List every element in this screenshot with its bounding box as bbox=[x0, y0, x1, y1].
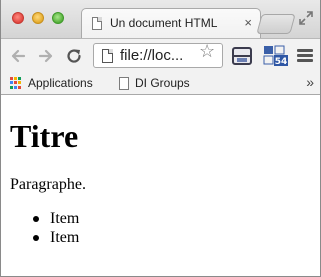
tab-page-icon bbox=[92, 17, 102, 30]
close-window-button[interactable] bbox=[12, 12, 24, 24]
tab-strip: Un document HTML × bbox=[1, 0, 320, 38]
list-item: Item bbox=[32, 229, 80, 246]
bookmark-label: DI Groups bbox=[135, 76, 190, 90]
toolbar: file://loc... ☆ 54 bbox=[1, 38, 320, 73]
bookmark-label: Applications bbox=[28, 76, 93, 90]
tab-active[interactable]: Un document HTML × bbox=[81, 8, 261, 38]
star-icon[interactable]: ☆ bbox=[199, 41, 215, 61]
new-tab-button[interactable] bbox=[256, 14, 296, 34]
page-icon bbox=[119, 76, 129, 90]
page-heading: Titre bbox=[10, 118, 79, 154]
page-icon bbox=[102, 49, 113, 63]
bookmark-di-groups[interactable]: DI Groups bbox=[119, 75, 190, 91]
tab-title: Un document HTML bbox=[110, 16, 218, 30]
minimize-window-button[interactable] bbox=[32, 12, 44, 24]
bookmark-applications[interactable]: Applications bbox=[10, 75, 93, 91]
tab-close-icon[interactable]: × bbox=[244, 15, 252, 31]
bookmarks-overflow-icon[interactable]: » bbox=[306, 74, 314, 90]
apps-grid-icon bbox=[10, 77, 22, 89]
bookmarks-bar: Applications DI Groups » bbox=[1, 72, 320, 95]
address-text[interactable]: file://loc... bbox=[120, 47, 183, 64]
svg-text:54: 54 bbox=[275, 57, 288, 67]
extension-icon[interactable]: 54 bbox=[263, 44, 289, 68]
page-content: Titre Paragraphe. Item Item bbox=[1, 95, 320, 276]
browser-window: Un document HTML × file://loc... ☆ 54 Ap… bbox=[0, 0, 321, 277]
reload-icon[interactable] bbox=[65, 47, 83, 65]
fullscreen-icon[interactable] bbox=[298, 10, 314, 26]
maximize-window-button[interactable] bbox=[52, 12, 64, 24]
forward-arrow-icon[interactable] bbox=[37, 47, 55, 65]
page-paragraph: Paragraphe. bbox=[10, 176, 86, 193]
bullet-list: Item Item bbox=[32, 209, 80, 247]
extension-icon[interactable] bbox=[232, 47, 252, 65]
list-item: Item bbox=[32, 210, 80, 227]
back-arrow-icon[interactable] bbox=[9, 47, 27, 65]
menu-icon[interactable] bbox=[297, 49, 313, 63]
